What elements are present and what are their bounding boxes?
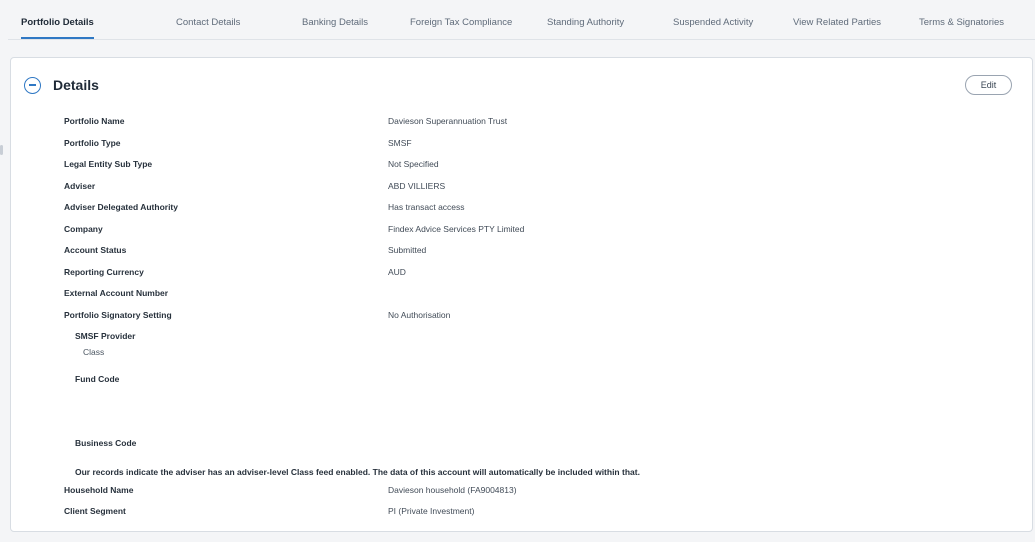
tab-contact-details[interactable]: Contact Details [176, 17, 240, 39]
reporting-currency-value: AUD [388, 267, 406, 277]
external-account-number-label: External Account Number [64, 288, 169, 298]
portfolio-type-value: SMSF [388, 138, 412, 148]
client-segment-value: PI (Private Investment) [388, 506, 475, 516]
portfolio-details-page: Portfolio Details Contact Details Bankin… [0, 0, 1035, 542]
reporting-currency-label: Reporting Currency [64, 267, 144, 277]
class-feed-notice: Our records indicate the adviser has an … [75, 467, 640, 477]
smsf-provider-value: Class [83, 347, 105, 357]
client-segment-label: Client Segment [64, 506, 126, 516]
smsf-provider-label: SMSF Provider [75, 331, 136, 341]
details-card: Details Edit Portfolio Name Davieson Sup… [10, 57, 1033, 532]
minus-circle-icon[interactable] [24, 76, 41, 94]
company-label: Company [64, 224, 103, 234]
business-code-label: Business Code [75, 438, 137, 448]
portfolio-signatory-setting-label: Portfolio Signatory Setting [64, 310, 172, 320]
adviser-delegated-authority-label: Adviser Delegated Authority [64, 202, 178, 212]
portfolio-name-value: Davieson Superannuation Trust [388, 116, 508, 126]
household-name-label: Household Name [64, 485, 134, 495]
adviser-value: ABD VILLIERS [388, 181, 446, 191]
tab-view-related-parties[interactable]: View Related Parties [793, 17, 881, 39]
legal-entity-sub-type-value: Not Specified [388, 159, 439, 169]
household-name-value: Davieson household (FA9004813) [388, 485, 517, 495]
account-status-label: Account Status [64, 245, 127, 255]
portfolio-signatory-setting-value: No Authorisation [388, 310, 451, 320]
tab-foreign-tax-compliance[interactable]: Foreign Tax Compliance [410, 17, 512, 39]
adviser-delegated-authority-value: Has transact access [388, 202, 465, 212]
details-title: Details [53, 77, 99, 93]
tab-bar: Portfolio Details Contact Details Bankin… [8, 0, 1035, 40]
account-status-value: Submitted [388, 245, 427, 255]
portfolio-type-label: Portfolio Type [64, 138, 121, 148]
portfolio-name-label: Portfolio Name [64, 116, 125, 126]
details-header: Details [24, 73, 99, 97]
tab-suspended-activity[interactable]: Suspended Activity [673, 17, 753, 39]
legal-entity-sub-type-label: Legal Entity Sub Type [64, 159, 153, 169]
company-value: Findex Advice Services PTY Limited [388, 224, 525, 234]
fund-code-label: Fund Code [75, 374, 120, 384]
adviser-label: Adviser [64, 181, 96, 191]
side-scroll-marker [0, 145, 3, 155]
tab-standing-authority[interactable]: Standing Authority [547, 17, 624, 39]
tab-banking-details[interactable]: Banking Details [302, 17, 368, 39]
edit-button[interactable]: Edit [965, 75, 1012, 95]
tab-portfolio-details[interactable]: Portfolio Details [21, 17, 94, 39]
tab-terms-signatories[interactable]: Terms & Signatories [919, 17, 1004, 39]
